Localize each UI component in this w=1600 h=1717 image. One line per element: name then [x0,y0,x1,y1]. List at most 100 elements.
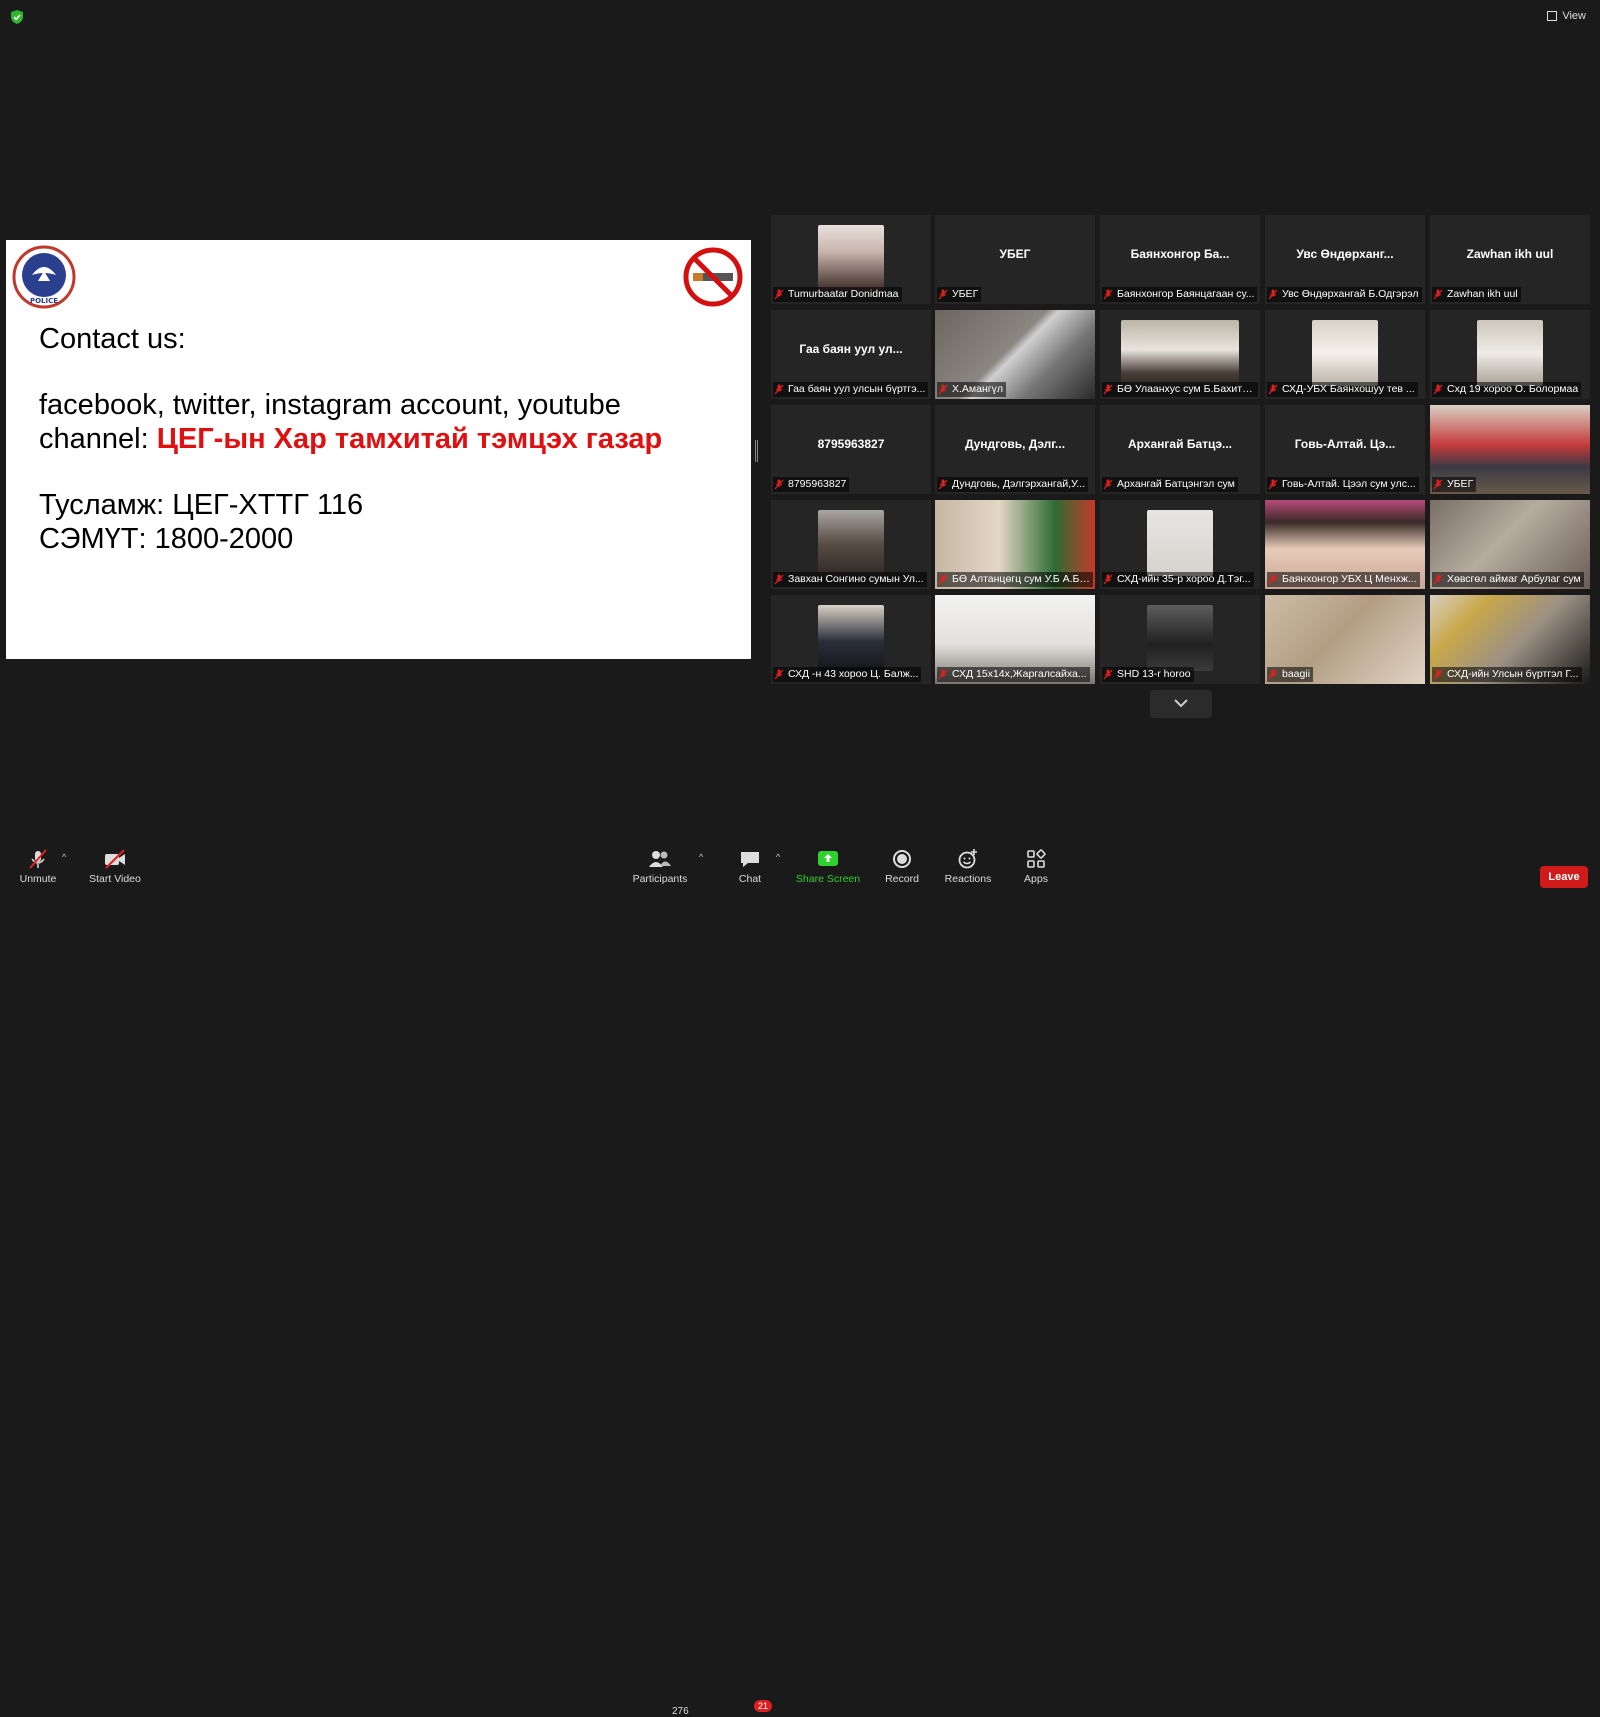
apps-button[interactable]: Apps [998,848,1074,885]
participants-button[interactable]: Participants [620,848,700,885]
participants-label: Participants [633,873,688,885]
participant-tile[interactable]: Zawhan ikh uulZawhan ikh uul [1430,215,1590,304]
chat-label: Chat [739,873,761,885]
participant-tile[interactable]: СХД 15х14х,Жаргалсайха... [935,595,1095,684]
participant-display-name: УБЕГ [935,247,1095,261]
slide-channel-line: channel: ЦЕГ-ын Хар тамхитай тэмцэх газа… [39,422,662,456]
chevron-down-icon [1174,698,1188,708]
participant-tile[interactable]: СХД-ийн 35-р хороо Д.Тэг... [1100,500,1260,589]
slide-channel-name: ЦЕГ-ын Хар тамхитай тэмцэх газар [157,423,663,455]
muted-mic-icon [774,669,784,680]
participant-tile[interactable]: SHD 13-r horoo [1100,595,1260,684]
slide-helpline: Тусламж: ЦЕГ-ХТТГ 116 [39,488,363,522]
record-icon [891,848,913,870]
start-video-button[interactable]: Start Video [77,848,153,885]
participant-display-name: 8795963827 [771,437,931,451]
gallery-next-page-button[interactable] [1150,690,1212,718]
view-label: View [1562,10,1586,22]
muted-mic-icon [938,384,948,395]
muted-mic-icon [774,574,784,585]
record-button[interactable]: Record [864,848,940,885]
participant-name-label: БӨ Улаанхус сум Б.Бахитгүл [1102,382,1258,397]
share-screen-label: Share Screen [796,873,860,885]
participant-tile[interactable]: УБЕГ [1430,405,1590,494]
muted-mic-icon [1103,669,1113,680]
muted-mic-icon [1268,479,1278,490]
participant-tile[interactable]: 8795963827 8795963827 [771,405,931,494]
participants-icon [648,848,672,870]
participant-name-label: СХД-ийн Улсын бүртгэл Г... [1432,667,1582,682]
participant-tile[interactable]: Архангай Батцэ...Архангай Батцэнгэл сум [1100,405,1260,494]
muted-mic-icon [1433,479,1443,490]
participant-tile[interactable]: БӨ Улаанхус сум Б.Бахитгүл [1100,310,1260,399]
security-shield-icon[interactable] [10,10,24,24]
participant-video [1147,510,1213,576]
participant-tile[interactable]: Хөвсгөл аймаг Арбулаг сум [1430,500,1590,589]
participant-display-name: Увс Өндөрханг... [1265,247,1425,261]
chat-unread-badge: 21 [754,1700,772,1712]
leave-button[interactable]: Leave [1540,866,1588,888]
participant-tile[interactable]: Баянхонгор УБХ Ц Менхж... [1265,500,1425,589]
participant-tile[interactable]: СХД-УБХ Баянхошуу тев ... [1265,310,1425,399]
muted-mic-icon [1268,384,1278,395]
participant-tile[interactable]: Увс Өндөрханг... Увс Өндөрхангай Б.Одгэрэ… [1265,215,1425,304]
chat-options-caret-icon[interactable]: ^ [776,852,780,862]
muted-mic-icon [938,669,948,680]
chat-bubble-icon [739,848,761,870]
participant-name-label: СХД-УБХ Баянхошуу тев ... [1267,382,1418,397]
grid-view-icon [1547,11,1557,21]
top-bar: View [0,0,1600,34]
participant-video [1147,605,1213,671]
participant-tile[interactable]: БӨ Алтанцөгц сум У.Б А.Ба... [935,500,1095,589]
slide-social-line: facebook, twitter, instagram account, yo… [39,388,621,422]
participant-tile[interactable]: Схд 19 хороо О. Болормаа [1430,310,1590,399]
apps-icon [1025,848,1047,870]
participant-tile[interactable]: baagii [1265,595,1425,684]
reactions-button[interactable]: Reactions [930,848,1006,885]
participant-name-label: Гаа баян уул улсын бүртгэ... [773,382,928,397]
start-video-label: Start Video [89,873,141,885]
muted-mic-icon [1268,574,1278,585]
audio-options-caret-icon[interactable]: ^ [62,852,66,862]
participant-tile[interactable]: СХД -н 43 хороо Ц. Балж... [771,595,931,684]
participant-tile[interactable]: Гаа баян уул ул... Гаа баян уул улсын бүр… [771,310,931,399]
participant-tile[interactable]: Х.Амангүл [935,310,1095,399]
split-view-divider[interactable] [755,440,758,462]
slide-channel-prefix: channel: [39,423,157,455]
participant-tile[interactable]: Говь-Алтай. Цэ...Говь-Алтай. Цээл сум ул… [1265,405,1425,494]
police-emblem-icon: POLICE [12,245,76,309]
muted-mic-icon [938,574,948,585]
view-button[interactable]: View [1547,10,1586,22]
muted-mic-icon [938,479,948,490]
participant-name-label: СХД -н 43 хороо Ц. Балж... [773,667,921,682]
share-screen-button[interactable]: Share Screen [790,848,866,885]
participant-tile[interactable]: Дундговь, Дэлг...Дундговь, Дэлгэрхангай,… [935,405,1095,494]
police-logo-text: POLICE [30,297,58,305]
muted-mic-icon [1103,289,1113,300]
participant-video [818,605,884,671]
participants-options-caret-icon[interactable]: ^ [699,852,703,862]
participant-display-name: Гаа баян уул ул... [771,342,931,356]
participant-display-name: Баянхонгор Ба... [1100,247,1260,261]
participant-name-label: Увс Өндөрхангай Б.Одгэрэл [1267,287,1422,302]
participant-tile[interactable]: УБЕГУБЕГ [935,215,1095,304]
participant-tile[interactable]: СХД-ийн Улсын бүртгэл Г... [1430,595,1590,684]
muted-mic-icon [1103,479,1113,490]
participant-name-label: СХД-ийн 35-р хороо Д.Тэг... [1102,572,1254,587]
participant-name-label: Говь-Алтай. Цээл сум улс... [1267,477,1419,492]
participant-name-label: БӨ Алтанцөгц сум У.Б А.Ба... [937,572,1093,587]
video-off-icon [103,848,127,870]
participant-name-label: 8795963827 [773,477,849,492]
participant-video [1477,320,1543,386]
participant-tile[interactable]: Завхан Сонгино сумын Ул... [771,500,931,589]
muted-mic-icon [1103,384,1113,395]
participant-display-name: Дундговь, Дэлг... [935,437,1095,451]
participant-tile[interactable]: Баянхонгор Ба...Баянхонгор Баянцагаан су… [1100,215,1260,304]
muted-mic-icon [1433,669,1443,680]
participant-name-label: Архангай Батцэнгэл сум [1102,477,1238,492]
unmute-label: Unmute [20,873,57,885]
muted-mic-icon [1268,669,1278,680]
muted-mic-icon [1103,574,1113,585]
reactions-label: Reactions [945,873,992,885]
participant-tile[interactable]: Tumurbaatar Donidmaa [771,215,931,304]
